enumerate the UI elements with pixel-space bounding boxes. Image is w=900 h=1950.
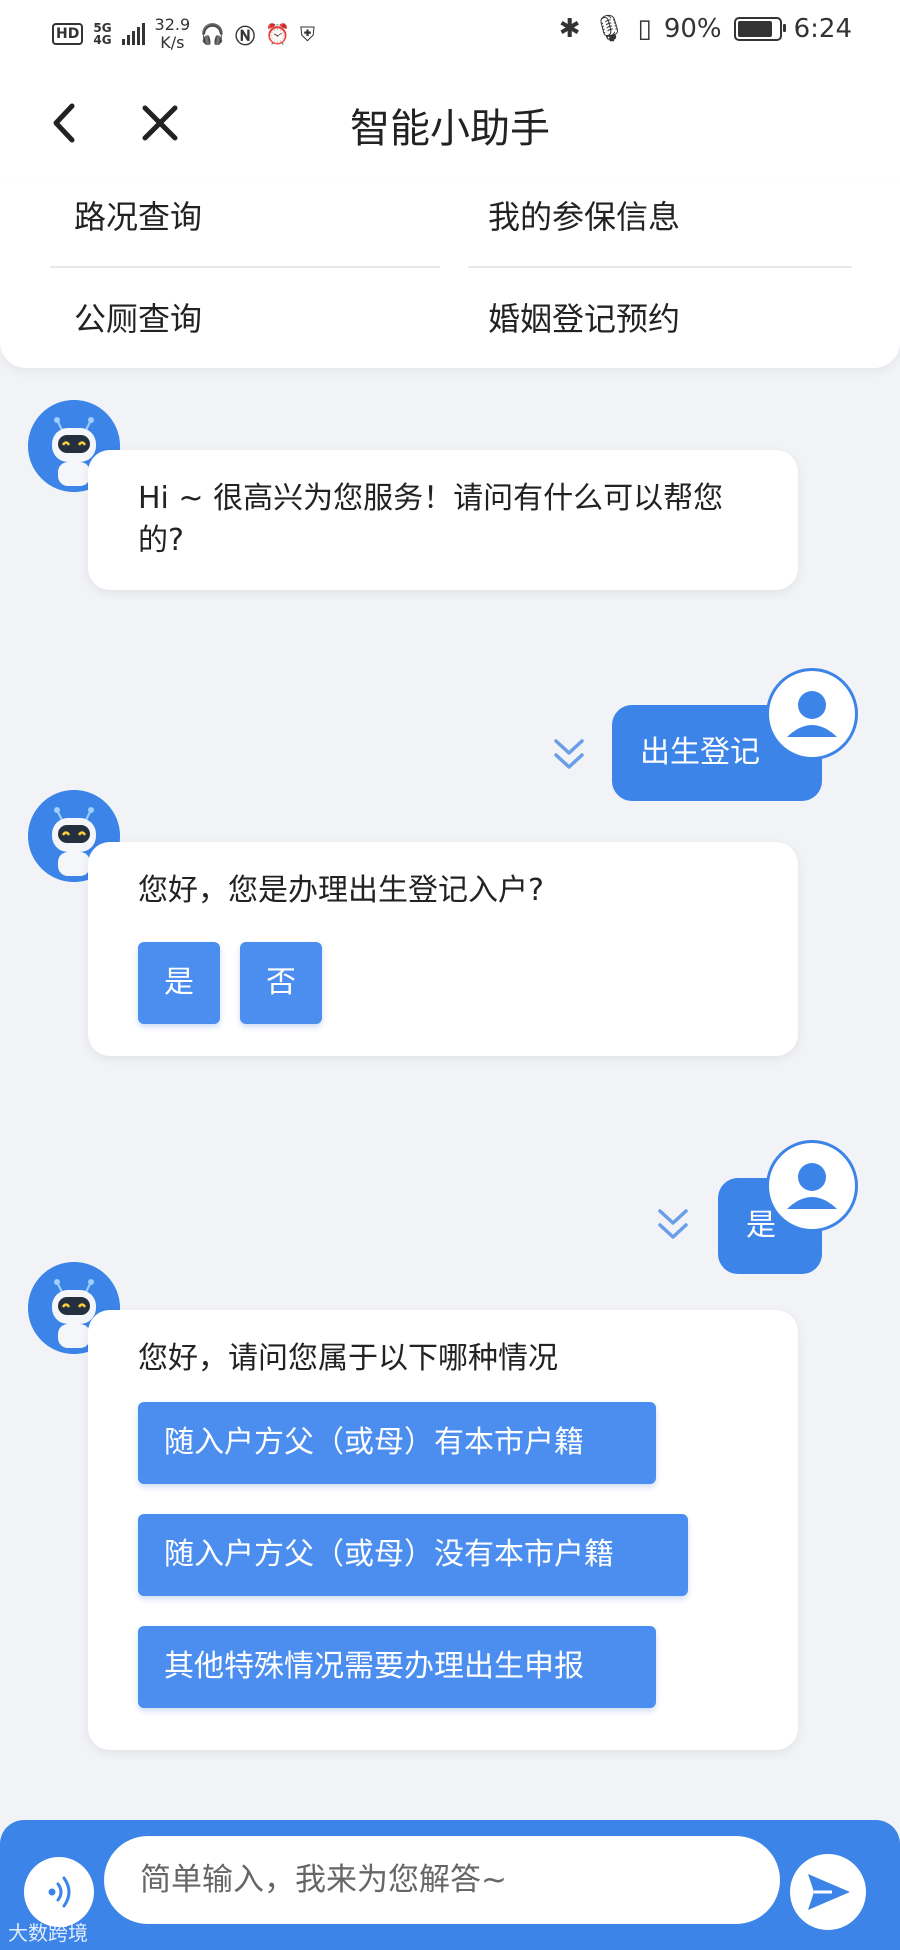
microphone-icon: 🎙	[592, 14, 626, 44]
option-button[interactable]: 其他特殊情况需要办理出生申报	[138, 1626, 656, 1708]
bluetooth-icon: ✱	[558, 14, 581, 44]
no-button[interactable]: 否	[240, 942, 322, 1024]
clock: 6:24	[793, 14, 852, 44]
option-button[interactable]: 随入户方父（或母）有本市户籍	[138, 1402, 656, 1484]
quick-item-marriage[interactable]: 婚姻登记预约	[488, 294, 680, 340]
watermark: 大数跨境	[8, 1921, 88, 1945]
vibrate-icon: ▯	[637, 14, 652, 44]
page-title: 智能小助手	[350, 106, 550, 152]
input-placeholder: 简单输入，我来为您解答~	[140, 1862, 507, 1898]
network-sub-label: 4G	[93, 33, 112, 47]
nfc-icon: Ⓝ	[235, 23, 256, 48]
app-header: 智能小助手	[0, 68, 900, 178]
bot-message-greeting: Hi ~ 很高兴为您服务！请问有什么可以帮您的?	[88, 450, 798, 590]
network-indicator: 5G 4G	[93, 22, 111, 46]
status-bar: HD 5G 4G 32.9 K/s 🎧 Ⓝ ⏰ ⛨ ✱ 🎙 ▯ 90% 6:24	[0, 0, 900, 68]
signal-icon	[121, 23, 145, 45]
status-right: ✱ 🎙 ▯ 90% 6:24	[559, 14, 852, 44]
headphones-icon: 🎧	[200, 22, 226, 46]
divider	[50, 266, 440, 268]
user-icon	[787, 691, 837, 737]
option-button[interactable]: 随入户方父（或母）没有本市户籍	[138, 1514, 688, 1596]
bot-message-options: 您好，请问您属于以下哪种情况 随入户方父（或母）有本市户籍 随入户方父（或母）没…	[88, 1310, 798, 1750]
send-button[interactable]	[790, 1854, 866, 1930]
user-avatar	[766, 668, 858, 760]
input-bar: 简单输入，我来为您解答~ 大数跨境	[0, 1820, 900, 1950]
speed-value: 32.9	[154, 15, 191, 34]
quick-item-toilet[interactable]: 公厕查询	[74, 294, 202, 340]
shield-icon: ⛨	[299, 22, 315, 46]
alarm-icon: ⏰	[265, 22, 290, 46]
network-speed: 32.9 K/s	[155, 16, 191, 52]
hd-badge: HD	[52, 23, 84, 45]
message-text: Hi ~ 很高兴为您服务！请问有什么可以帮您的?	[138, 481, 724, 558]
speed-unit: K/s	[160, 33, 185, 52]
send-icon	[808, 1874, 850, 1910]
user-avatar	[766, 1140, 858, 1232]
status-left: HD 5G 4G 32.9 K/s 🎧 Ⓝ ⏰ ⛨	[52, 16, 315, 52]
chat-input[interactable]: 简单输入，我来为您解答~	[104, 1836, 780, 1924]
battery-icon	[733, 17, 786, 41]
quick-item-insurance[interactable]: 我的参保信息	[488, 192, 680, 238]
double-chevron-down-icon[interactable]	[656, 1205, 690, 1245]
battery-percent: 90%	[663, 14, 722, 44]
user-icon	[787, 1163, 837, 1209]
double-chevron-down-icon[interactable]	[552, 735, 586, 775]
message-text: 您好，请问您属于以下哪种情况	[138, 1341, 558, 1376]
bot-message-question: 您好，您是办理出生登记入户? 是 否	[88, 842, 798, 1056]
quick-menu: 路况查询 我的参保信息 公厕查询 婚姻登记预约	[0, 178, 900, 368]
divider	[468, 266, 852, 268]
message-text: 您好，您是办理出生登记入户?	[138, 873, 544, 908]
quick-item-traffic[interactable]: 路况查询	[74, 192, 202, 238]
yes-button[interactable]: 是	[138, 942, 220, 1024]
